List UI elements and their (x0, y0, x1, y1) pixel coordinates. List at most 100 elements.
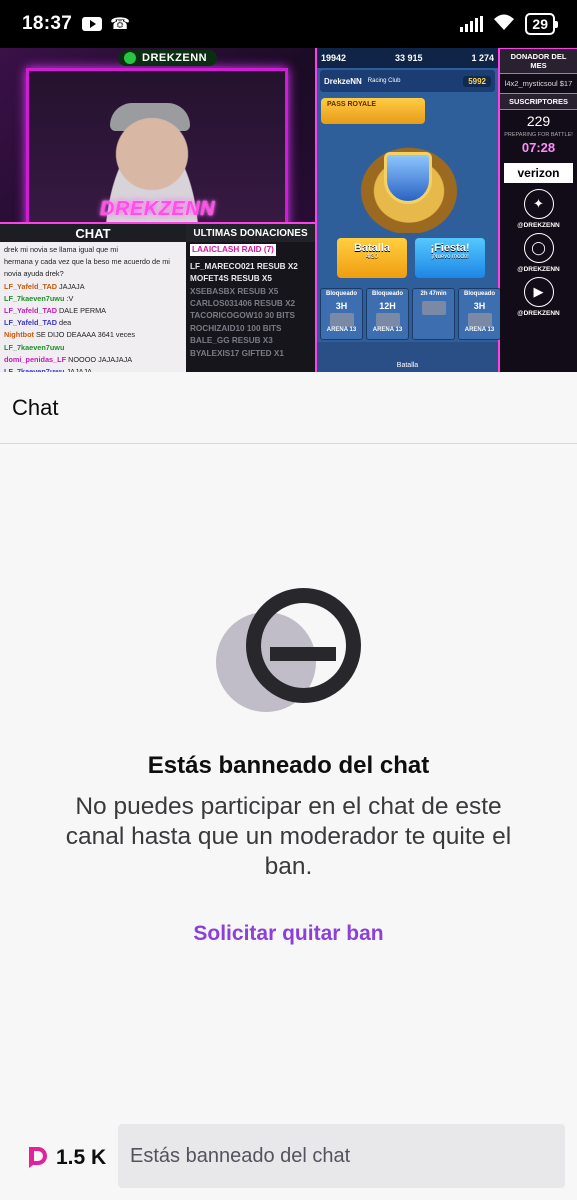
game-battle-button: Batalla 4/30 (337, 238, 407, 278)
youtube-icon: ▶ (523, 277, 554, 307)
chat-header: Chat (0, 372, 577, 444)
sponsor-logo: verizon (504, 163, 573, 183)
overlay-chat-panel: CHAT drek mi novia se llama igual que mi… (0, 222, 186, 372)
donation-item: LF_MARECO021 RESUB X2 (190, 261, 298, 271)
chest-icon (421, 301, 446, 315)
donation-item: BALE_GG RESUB X3 (190, 336, 273, 346)
game-chest: Bloqueado 12H ARENA 13 (366, 288, 409, 340)
game-capture: 19942 33 915 1 274 DrekzeNN Racing Club … (315, 48, 501, 372)
chest-status: Bloqueado (326, 291, 357, 297)
chat-input-field[interactable] (118, 1124, 565, 1188)
game-gems-left: 19942 (321, 53, 347, 63)
ban-icon (216, 588, 366, 718)
game-chest: Bloqueado 3H ARENA 13 (458, 288, 501, 340)
request-unban-button[interactable]: Solicitar quitar ban (0, 922, 577, 946)
youtube-handle: @DREKZENN (517, 310, 560, 317)
cam-name-overlay: DREKZENN (100, 198, 216, 220)
chest-icon (375, 313, 400, 327)
chat-header-title: Chat (12, 395, 59, 420)
chat-input-bar: 1.5 K (0, 1112, 577, 1200)
chest-icon (467, 313, 492, 327)
battle-text: PREPARING FOR BATTLE! (504, 132, 573, 138)
donation-item: TACORICOGOW10 30 BITS (190, 311, 295, 321)
game-chest: Bloqueado 3H ARENA 13 (320, 288, 363, 340)
overlay-chat-line: hermana y cada vez que la beso me acuerd… (4, 256, 182, 268)
overlay-chat-line: LF_Yafeld_TAD dea (4, 317, 182, 329)
streamer-tag: DREKZENN (118, 50, 218, 66)
chest-arena: ARENA 13 (464, 327, 495, 333)
overlay-chat-text: dea (59, 318, 72, 328)
tag-dot-icon (124, 52, 136, 64)
chest-icon (329, 313, 354, 327)
donation-item: MOFET4S RESUB X5 (190, 274, 272, 284)
game-buttons: Batalla 4/30 ¡Fiesta! ¡Nuevo modo! (337, 238, 485, 278)
chest-time: 3H (473, 301, 486, 311)
status-notification-icons: ☎ (82, 14, 130, 34)
subs-header: SUSCRIPTORES (500, 93, 577, 110)
status-bar: 18:37 ☎ 29 (0, 0, 577, 48)
overlay-chat-text: SE DIJO DEAAAA 3641 veces (36, 330, 135, 340)
game-trophies: 5992 (463, 75, 491, 87)
overlay-chat-user: Nightbot (4, 330, 34, 340)
overlay-chat-text: hermana y cada vez que la beso me acuerd… (4, 257, 170, 267)
overlay-chat-title: CHAT (0, 222, 186, 242)
game-fiesta-button: ¡Fiesta! ¡Nuevo modo! (415, 238, 485, 278)
overlay-chat-line: novia ayuda drek? (4, 268, 182, 280)
game-clan: Racing Club (367, 78, 401, 84)
ban-icon-bar (270, 647, 336, 661)
game-fiesta-label: ¡Fiesta! (430, 242, 470, 254)
overlay-chat-line: LF_7kaeven7uwu :V (4, 293, 182, 305)
overlay-chat-text: novia ayuda drek? (4, 269, 64, 279)
donor-name: l4x2_mysticsoul $17 (504, 79, 573, 88)
phone-icon: ☎ (110, 16, 131, 33)
donor-header: DONADOR DEL MES (500, 48, 577, 74)
game-fiesta-sub: ¡Nuevo modo! (431, 254, 469, 260)
overlay-chat-text: JAJAJA (59, 281, 85, 291)
overlay-chat-line: drek mi novia se llama igual que mi (4, 244, 182, 256)
chest-arena: ARENA 13 (326, 327, 357, 333)
bits-count[interactable]: 1.5 K (56, 1146, 106, 1170)
donation-item: LAAICLASH RAID (7) (190, 244, 276, 257)
battle-timer: 07:28 (521, 140, 556, 155)
game-battle-label: Batalla (353, 242, 391, 254)
wifi-icon (493, 13, 515, 36)
overlay-chat-line: LF_Yafeld_TAD JAJAJA (4, 281, 182, 293)
overlay-chat-text: drek mi novia se llama igual que mi (4, 245, 118, 254)
overlay-chat-text: DALE PERMA (59, 306, 107, 316)
youtube-notification-icon (82, 17, 103, 31)
game-player: DrekzeNN (324, 76, 362, 86)
chest-arena: ARENA 13 (372, 327, 403, 333)
overlay-chat-user: LF_7kaeven7uwu (4, 342, 65, 352)
game-resources: 19942 33 915 1 274 (317, 48, 498, 68)
battery-icon: 29 (525, 13, 558, 35)
overlay-chat-line: LF_7kaeven7uwu (4, 342, 182, 354)
status-system-icons: 29 (460, 13, 558, 36)
subs-count: 229 (526, 113, 551, 129)
overlay-chat-user: LF_Yafeld_TAD (4, 318, 57, 328)
twitter-handle: @DREKZENN (517, 222, 560, 229)
donations-panel: ULTIMAS DONACIONES LAAICLASH RAID (7) LF_… (186, 222, 315, 372)
chest-status: 2h 47min (420, 291, 447, 297)
game-profile: DrekzeNN Racing Club 5992 (320, 70, 495, 92)
game-pass: PASS ROYALE (321, 98, 425, 124)
overlay-chat-user: LF_Yafeld_TAD (4, 281, 57, 291)
donation-item: CARLOS031406 RESUB X2 (190, 299, 296, 309)
donations-title: ULTIMAS DONACIONES (186, 222, 315, 242)
stream-side-panel: DONADOR DEL MES l4x2_mysticsoul $17 SUSC… (500, 48, 577, 372)
instagram-icon: ◯ (523, 233, 554, 263)
game-bottom-nav: Batalla (317, 342, 498, 372)
overlay-chat-user: LF_Yafeld_TAD (4, 306, 57, 316)
streamer-tag-label: DREKZENN (142, 52, 208, 64)
signal-icon (460, 16, 484, 32)
game-gems: 1 274 (471, 53, 494, 63)
donations-list: LAAICLASH RAID (7) LF_MARECO021 RESUB X2 M… (186, 242, 315, 362)
overlay-chat-lines: drek mi novia se llama igual que mi herma… (0, 242, 186, 372)
game-chests: Bloqueado 3H ARENA 13 Bloqueado 12H ARENA 13 2… (320, 288, 501, 340)
overlay-chat-user: domi_penidas_LF (4, 354, 67, 364)
chest-time: 3H (335, 301, 348, 311)
overlay-chat-line: LF_Yafeld_TAD DALE PERMA (4, 305, 182, 317)
game-gold: 33 915 (394, 53, 423, 63)
bits-icon[interactable] (27, 1145, 49, 1169)
game-crest-icon (384, 152, 432, 204)
stream-video-player[interactable]: DREKZENN DREKZENN CHAT drek mi novia se … (0, 48, 577, 372)
